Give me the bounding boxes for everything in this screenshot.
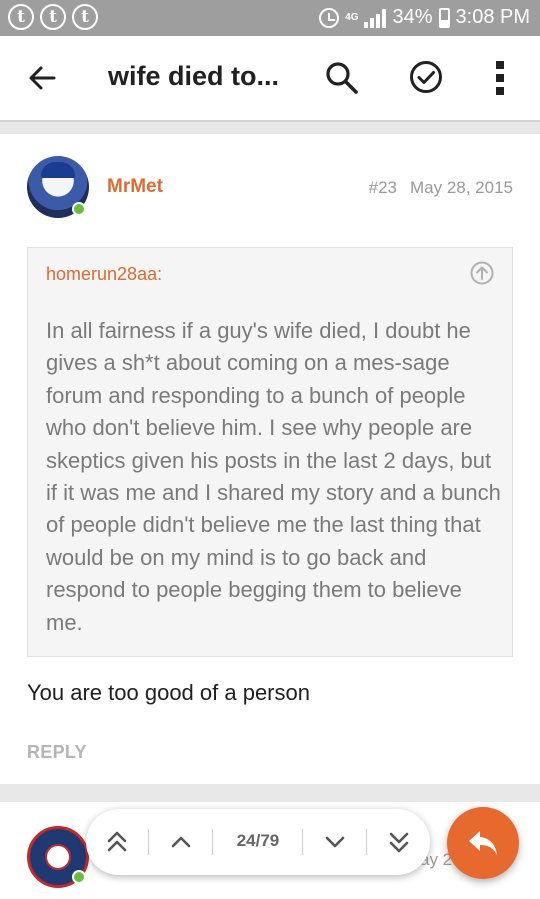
battery-icon [438,7,450,28]
post-username[interactable]: MrMet [107,176,163,198]
divider [148,829,149,855]
reply-button[interactable]: REPLY [27,742,87,763]
subscribe-check-icon[interactable] [409,60,443,94]
clock: 3:08 PM [455,6,530,28]
tapatalk-notification-icon: t [72,4,98,30]
divider [302,829,303,855]
quote-text: In all fairness if a guy's wife died, I … [46,318,501,635]
alarm-icon [319,7,340,28]
page-indicator[interactable]: 24/79 [228,831,288,851]
overflow-menu-icon[interactable] [490,58,510,98]
jump-to-quote-icon[interactable] [470,261,494,285]
online-status-badge [72,870,86,884]
previous-page-icon[interactable] [166,827,196,857]
thread-title: wife died to... [108,61,280,91]
post-number: #23 [368,178,397,197]
tapatalk-notification-icon: t [40,4,66,30]
quote-block: homerun28aa: In all fairness if a guy's … [27,247,513,657]
status-bar: t t t 4G 34% 3:08 PM [0,0,540,36]
tapatalk-notification-icon: t [8,4,34,30]
online-status-badge [72,202,86,216]
first-page-icon[interactable] [102,827,132,857]
quote-author[interactable]: homerun28aa: [46,264,162,285]
reply-fab-button[interactable] [447,807,519,879]
status-right: 4G 34% 3:08 PM [319,6,530,29]
post-date: May 28, 2015 [409,178,513,197]
divider [212,829,213,855]
last-page-icon[interactable] [384,827,414,857]
back-arrow-icon[interactable] [26,62,58,94]
divider [366,829,367,855]
reply-arrow-icon [469,831,497,855]
app-bar: wife died to... [0,36,540,122]
signal-icon [364,8,387,28]
post-body: You are too good of a person [27,680,310,705]
search-icon[interactable] [324,60,360,96]
next-page-icon[interactable] [320,827,350,857]
battery-percent: 34% [392,6,433,28]
post-meta: #23 May 28, 2015 [369,178,513,198]
post-card: MrMet #23 May 28, 2015 homerun28aa: In a… [0,134,540,784]
notification-icons: t t t [8,4,98,30]
network-type: 4G [345,12,359,23]
pagination-bar: 24/79 [86,809,430,875]
